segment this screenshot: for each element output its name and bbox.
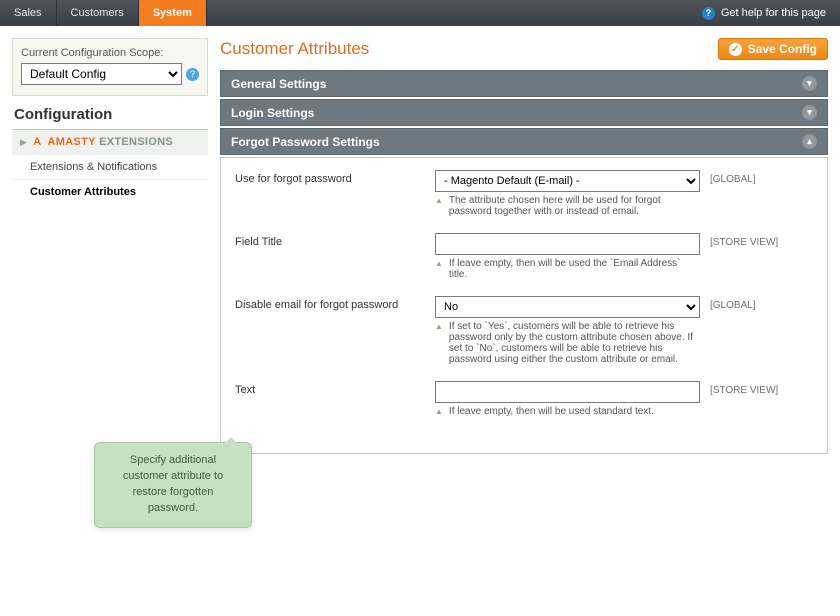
- scope-select[interactable]: Default Config: [21, 63, 182, 85]
- nav-tab-label: Customers: [71, 7, 124, 19]
- accordion-title: Forgot Password Settings: [231, 135, 380, 149]
- sidebar-section-label: AMASTY EXTENSIONS: [47, 136, 173, 148]
- field-scope: [GLOBAL]: [710, 296, 817, 311]
- sidebar-section-header[interactable]: ▶ A AMASTY EXTENSIONS: [12, 129, 208, 154]
- text-input[interactable]: [435, 381, 700, 403]
- scope-label: Current Configuration Scope:: [21, 47, 199, 59]
- nav-tab-customers[interactable]: Customers: [57, 0, 139, 26]
- form-panel: Use for forgot password - Magento Defaul…: [220, 157, 828, 454]
- nav-tab-sales[interactable]: Sales: [0, 0, 57, 26]
- check-icon: ✓: [729, 43, 742, 56]
- field-label: Text: [235, 381, 425, 396]
- field-scope: [GLOBAL]: [710, 170, 817, 185]
- field-title-input[interactable]: [435, 233, 700, 255]
- field-label: Disable email for forgot password: [235, 296, 425, 311]
- field-hint: The attribute chosen here will be used f…: [435, 195, 700, 217]
- save-button-label: Save Config: [748, 42, 817, 56]
- field-disable-email: Disable email for forgot password No If …: [235, 296, 817, 365]
- chevron-down-icon: ▾: [802, 76, 817, 91]
- config-title: Configuration: [12, 96, 208, 129]
- top-nav: Sales Customers System ? Get help for th…: [0, 0, 840, 26]
- help-link[interactable]: ? Get help for this page: [688, 0, 840, 26]
- nav-tab-system[interactable]: System: [139, 0, 207, 26]
- sidebar-item-customer-attributes[interactable]: Customer Attributes: [12, 179, 208, 204]
- disable-email-select[interactable]: No: [435, 296, 700, 318]
- accordion-login-settings[interactable]: Login Settings ▾: [220, 99, 828, 126]
- chevron-right-icon: ▶: [20, 137, 27, 148]
- help-label: Get help for this page: [721, 7, 826, 19]
- page-body: Current Configuration Scope: Default Con…: [0, 26, 840, 466]
- accordion-title: Login Settings: [231, 106, 314, 120]
- accordion-title: General Settings: [231, 77, 326, 91]
- field-label: Field Title: [235, 233, 425, 248]
- chevron-down-icon: ▾: [802, 105, 817, 120]
- tooltip-text: Specify additional customer attribute to…: [123, 454, 223, 514]
- sidebar-item-label: Extensions & Notifications: [30, 161, 157, 173]
- field-use-forgot: Use for forgot password - Magento Defaul…: [235, 170, 817, 217]
- field-text: Text If leave empty, then will be used s…: [235, 381, 817, 417]
- field-scope: [STORE VIEW]: [710, 381, 817, 396]
- field-scope: [STORE VIEW]: [710, 233, 817, 248]
- help-icon: ?: [702, 7, 715, 20]
- tooltip-bubble: Specify additional customer attribute to…: [94, 442, 252, 528]
- field-title: Field Title If leave empty, then will be…: [235, 233, 817, 280]
- scope-help-icon[interactable]: ?: [186, 68, 199, 81]
- save-config-button[interactable]: ✓ Save Config: [718, 38, 828, 60]
- accordion-forgot-password-settings[interactable]: Forgot Password Settings ▴: [220, 128, 828, 155]
- scope-row: Default Config ?: [21, 63, 199, 85]
- scope-box: Current Configuration Scope: Default Con…: [12, 38, 208, 96]
- field-hint: If leave empty, then will be used standa…: [435, 406, 700, 417]
- chevron-up-icon: ▴: [802, 134, 817, 149]
- field-label: Use for forgot password: [235, 170, 425, 185]
- sidebar-item-label: Customer Attributes: [30, 186, 136, 198]
- nav-tab-label: System: [153, 7, 192, 19]
- field-hint: If set to `Yes`, customers will be able …: [435, 321, 700, 365]
- sidebar: Current Configuration Scope: Default Con…: [12, 38, 208, 454]
- amasty-logo-icon: A: [33, 136, 41, 148]
- nav-tab-label: Sales: [14, 7, 42, 19]
- use-forgot-select[interactable]: - Magento Default (E-mail) -: [435, 170, 700, 192]
- accordion-general-settings[interactable]: General Settings ▾: [220, 70, 828, 97]
- main-content: Customer Attributes ✓ Save Config Genera…: [220, 38, 828, 454]
- content-header: Customer Attributes ✓ Save Config: [220, 38, 828, 60]
- sidebar-item-extensions[interactable]: Extensions & Notifications: [12, 154, 208, 179]
- field-hint: If leave empty, then will be used the `E…: [435, 258, 700, 280]
- page-title: Customer Attributes: [220, 39, 369, 59]
